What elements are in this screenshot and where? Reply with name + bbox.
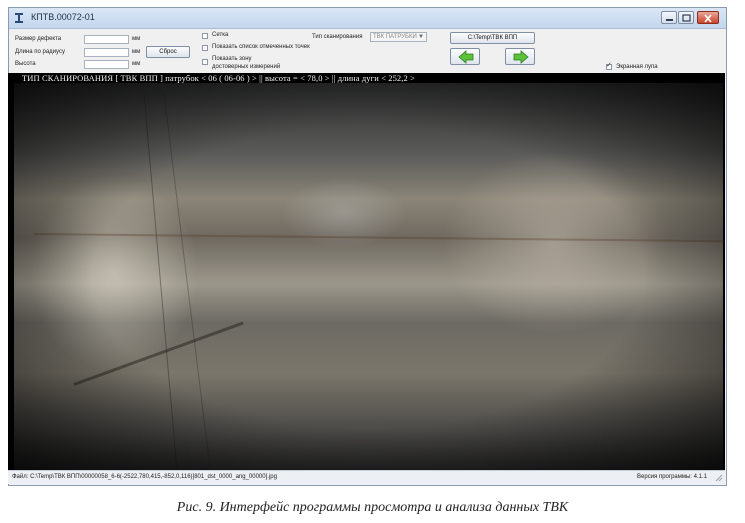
grid-checkbox[interactable] [202,33,208,39]
vignette [14,83,723,470]
arrow-left-icon [458,50,474,64]
show-zone-label-line2: достоверных измерений [212,64,281,70]
show-zone-label-line1: Показать зону [212,56,252,62]
defect-size-unit: мм [132,36,141,42]
defect-size-field[interactable] [84,35,129,44]
show-points-label: Показать список отмеченных точек [212,44,310,50]
resize-grip-icon[interactable] [715,474,723,482]
scan-type-value: ТВК ПАТРУБКИ [373,34,417,40]
status-file-path: Файл: C:\Temp\ТВК ВПП\00000058_6-6(-2522… [12,474,277,480]
scan-type-select[interactable]: ТВК ПАТРУБКИ ▼ [370,32,427,42]
close-icon [704,14,712,23]
scan-type-label: Тип сканирования [312,34,363,40]
height-label: Высота [15,61,36,67]
height-field[interactable] [84,60,129,69]
show-points-checkbox[interactable] [202,45,208,51]
radius-length-unit: мм [132,49,141,55]
defect-size-label: Размер дефекта [15,36,62,42]
maximize-button[interactable] [678,11,694,24]
maximize-icon [682,14,691,22]
figure-caption: Рис. 9. Интерфейс программы просмотра и … [176,500,569,515]
previous-button[interactable] [450,48,480,65]
reset-button[interactable]: Сброс [146,46,190,58]
image-viewer[interactable]: ТИП СКАНИРОВАНИЯ [ ТВК ВПП ] патрубок < … [8,73,725,470]
radius-length-field[interactable] [84,48,129,57]
data-folder-button[interactable]: C:\Temp\ТВК ВПП [450,32,535,44]
next-button[interactable] [505,48,535,65]
screen-magnifier-checkbox[interactable] [606,61,612,70]
status-bar: Файл: C:\Temp\ТВК ВПП\00000058_6-6(-2522… [8,470,725,484]
scan-info-overlay: ТИП СКАНИРОВАНИЯ [ ТВК ВПП ] патрубок < … [22,73,415,83]
screen-magnifier-label: Экранная лупа [616,64,658,70]
app-icon [15,13,23,23]
grid-checkbox-label: Сетка [212,32,229,38]
height-unit: мм [132,61,141,67]
arrow-right-icon [513,50,529,64]
minimize-icon [666,19,673,21]
radius-length-label: Длина по радиусу [15,49,65,55]
chevron-down-icon: ▼ [418,34,424,40]
title-bar: КПТВ.00072-01 [9,8,726,29]
scan-image [14,83,724,470]
close-button[interactable] [697,11,719,24]
status-version: Версия программы: 4.1.1 [637,474,707,480]
window-title: КПТВ.00072-01 [31,12,95,22]
show-zone-checkbox[interactable] [202,59,208,65]
minimize-button[interactable] [661,11,677,24]
